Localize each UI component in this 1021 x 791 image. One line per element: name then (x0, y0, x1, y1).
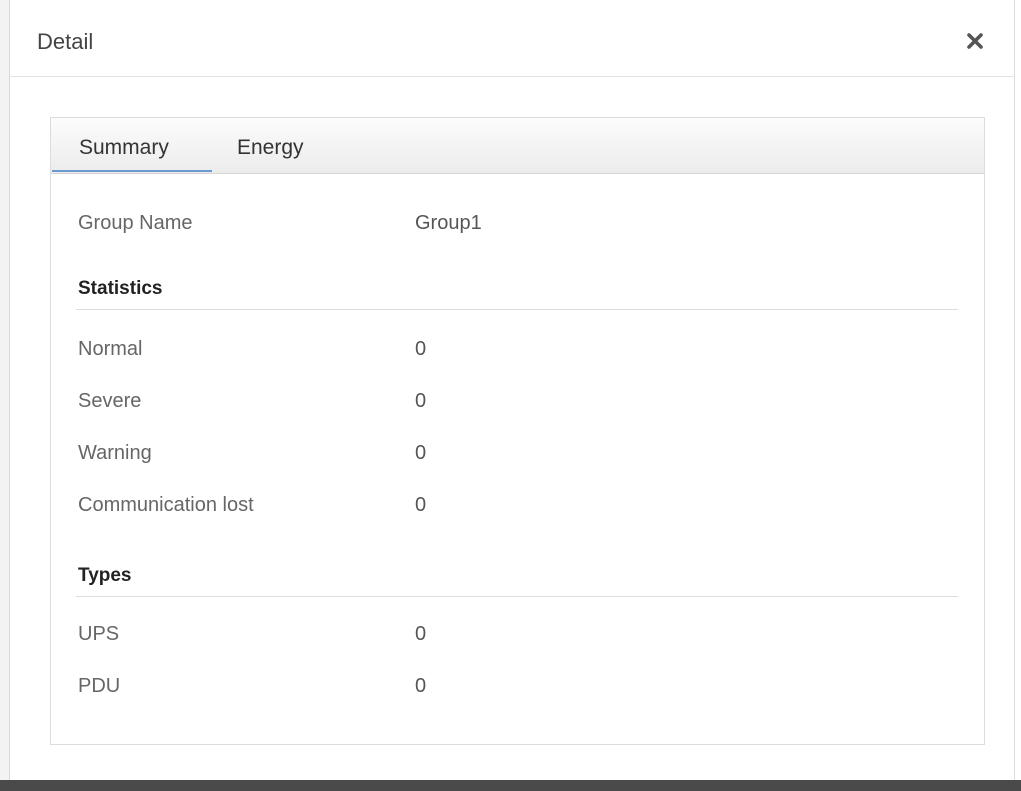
type-ups-label: UPS (78, 623, 120, 645)
group-name-value: Group1 (415, 212, 482, 234)
stat-warning-label: Warning (78, 442, 152, 464)
types-divider (76, 596, 958, 597)
background-taskbar-edge (0, 780, 1021, 791)
tab-energy[interactable]: Energy (237, 134, 304, 162)
stat-severe-value: 0 (415, 390, 427, 412)
stat-normal-label: Normal (78, 338, 143, 360)
types-heading: Types (78, 565, 132, 586)
stat-normal-value: 0 (415, 338, 427, 360)
detail-dialog: Detail Summary Energy Group Name Group1 … (10, 0, 1015, 780)
group-name-label: Group Name (78, 212, 193, 234)
tab-summary[interactable]: Summary (79, 134, 169, 162)
detail-panel: Summary Energy Group Name Group1 Statist… (50, 117, 985, 745)
stat-severe-label: Severe (78, 390, 142, 412)
stat-communication-lost-label: Communication lost (78, 494, 254, 516)
stat-warning-value: 0 (415, 442, 427, 464)
statistics-divider (76, 309, 958, 310)
background-window-edge (0, 0, 10, 780)
close-x-icon (967, 33, 983, 49)
dialog-header: Detail (10, 0, 1014, 77)
tab-bar: Summary Energy (51, 118, 984, 174)
stat-communication-lost-value: 0 (415, 494, 427, 516)
close-button[interactable] (962, 28, 988, 54)
statistics-heading: Statistics (78, 278, 163, 299)
dialog-title: Detail (37, 29, 94, 54)
type-ups-value: 0 (415, 623, 427, 645)
active-tab-indicator (52, 170, 212, 172)
type-pdu-value: 0 (415, 675, 427, 697)
type-pdu-label: PDU (78, 675, 121, 697)
